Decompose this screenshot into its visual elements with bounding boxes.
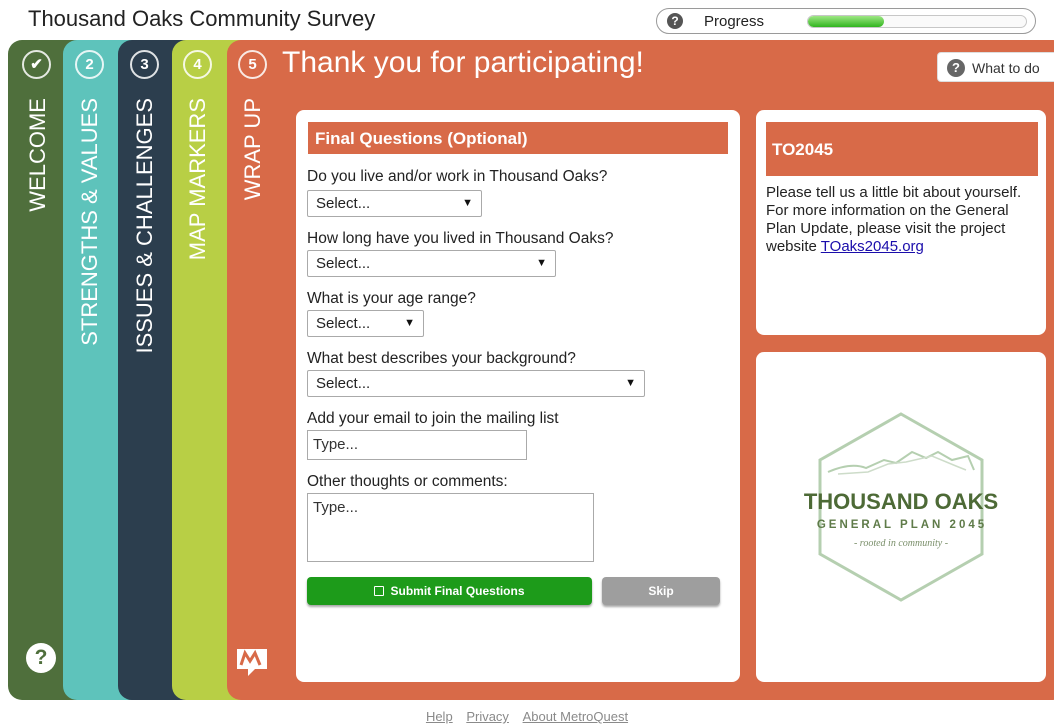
select-value: Select... — [316, 195, 371, 212]
info-text: Please tell us a little bit about yourse… — [766, 184, 1036, 256]
footer-link-privacy[interactable]: Privacy — [466, 709, 509, 724]
footer-links: Help Privacy About MetroQuest — [0, 709, 1054, 724]
dropdown-arrow-icon: ▼ — [536, 257, 547, 269]
tab-label-map-markers: MAP MARKERS — [185, 98, 210, 261]
question-label: Do you live and/or work in Thousand Oaks… — [307, 168, 608, 185]
email-label: Add your email to join the mailing list — [307, 410, 559, 427]
general-plan-logo: THOUSAND OAKS GENERAL PLAN 2045 - rooted… — [804, 412, 998, 602]
progress-indicator[interactable]: ? Progress — [656, 8, 1036, 34]
live-work-select[interactable]: Select... ▼ — [307, 190, 482, 217]
tab-number: 5 — [238, 50, 267, 79]
progress-label: Progress — [704, 13, 765, 30]
logo-line2: GENERAL PLAN 2045 — [817, 519, 987, 531]
app-title: Thousand Oaks Community Survey — [28, 6, 376, 31]
metroquest-logo-icon — [237, 649, 267, 676]
question-label: What best describes your background? — [307, 350, 576, 367]
footer-link-help[interactable]: Help — [426, 709, 453, 724]
comments-label: Other thoughts or comments: — [307, 473, 508, 490]
age-range-select[interactable]: Select... ▼ — [307, 310, 424, 337]
final-questions-panel: Final Questions (Optional) Do you live a… — [296, 110, 740, 682]
form-title: Final Questions (Optional) — [308, 122, 728, 154]
select-value: Select... — [316, 315, 371, 332]
check-icon: ✔ — [22, 50, 51, 79]
save-icon — [374, 586, 385, 596]
question-icon[interactable]: ? — [667, 13, 683, 29]
select-value: Select... — [316, 255, 371, 272]
what-to-do-button[interactable]: ? What to do — [937, 52, 1054, 82]
help-icon[interactable]: ? — [26, 643, 56, 673]
tab-label-welcome: WELCOME — [25, 98, 50, 212]
tab-number: 3 — [130, 50, 159, 79]
dropdown-arrow-icon: ▼ — [462, 197, 473, 209]
page-title: Thank you for participating! — [282, 46, 644, 79]
dropdown-arrow-icon: ▼ — [625, 377, 636, 389]
tab-label-issues-challenges: ISSUES & CHALLENGES — [132, 98, 157, 354]
submit-final-questions-button[interactable]: Submit Final Questions — [307, 577, 592, 605]
question-icon: ? — [947, 59, 965, 77]
tab-label-strengths-values: STRENGTHS & VALUES — [77, 98, 102, 346]
tab-number: 2 — [75, 50, 104, 79]
submit-label: Submit Final Questions — [390, 584, 525, 598]
logo-tagline: - rooted in community - — [854, 538, 948, 549]
tab-label-wrap-up: WRAP UP — [240, 98, 265, 201]
logo-line1: THOUSAND OAKS — [804, 489, 998, 514]
progress-bar — [807, 15, 1027, 28]
dropdown-arrow-icon: ▼ — [404, 317, 415, 329]
comments-textarea[interactable]: Type... — [307, 493, 594, 562]
logo-panel: THOUSAND OAKS GENERAL PLAN 2045 - rooted… — [756, 352, 1046, 682]
years-lived-select[interactable]: Select... ▼ — [307, 250, 556, 277]
project-website-link[interactable]: TOaks2045.org — [821, 238, 924, 255]
skip-button[interactable]: Skip — [602, 577, 720, 605]
tab-number: 4 — [183, 50, 212, 79]
background-select[interactable]: Select... ▼ — [307, 370, 645, 397]
question-label: How long have you lived in Thousand Oaks… — [307, 230, 614, 247]
email-field[interactable]: Type... — [307, 430, 527, 460]
progress-bar-fill — [808, 16, 885, 27]
info-title: TO2045 — [766, 122, 1038, 176]
footer-link-about[interactable]: About MetroQuest — [523, 709, 629, 724]
select-value: Select... — [316, 375, 371, 392]
info-panel: TO2045 Please tell us a little bit about… — [756, 110, 1046, 335]
what-to-do-label: What to do — [972, 60, 1040, 76]
question-label: What is your age range? — [307, 290, 476, 307]
